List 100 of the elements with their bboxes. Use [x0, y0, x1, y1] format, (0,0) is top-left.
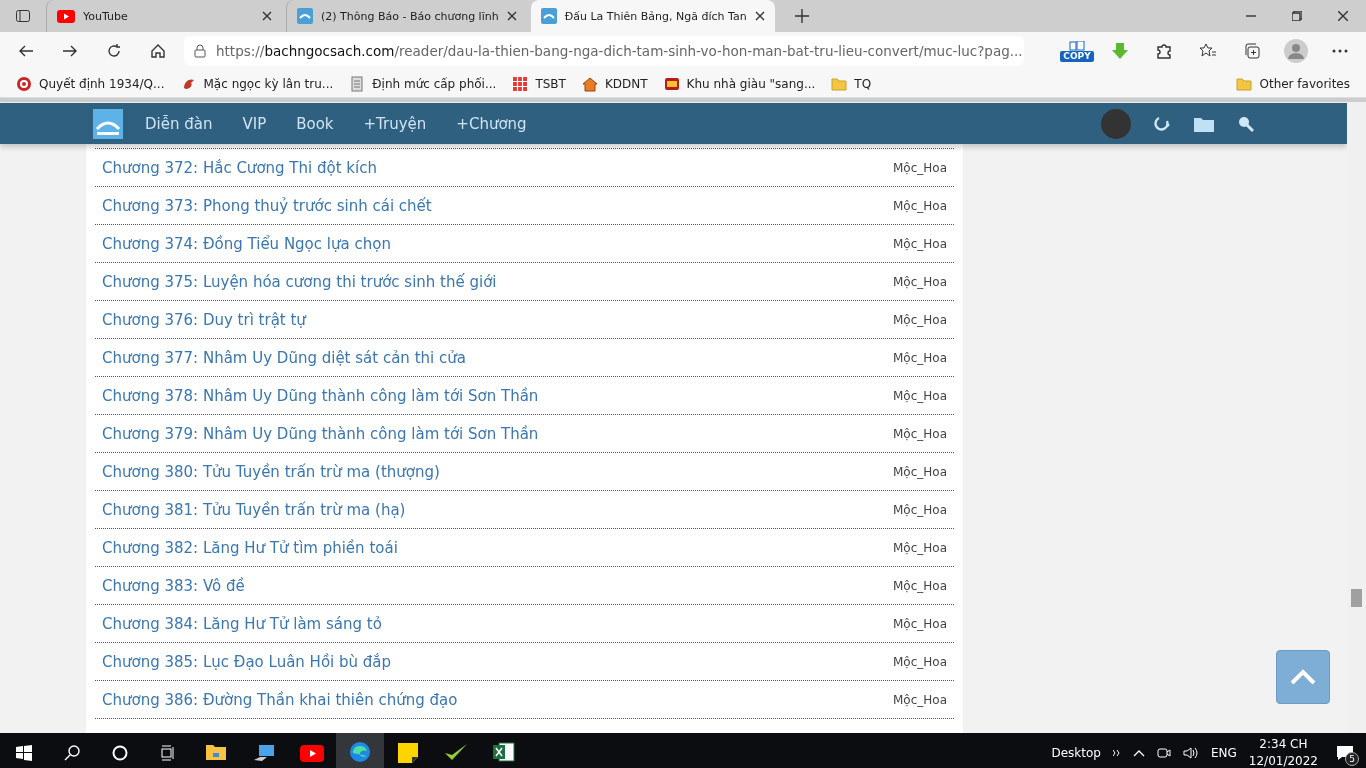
grid-icon — [512, 75, 529, 92]
clock[interactable]: 2:34 CH 12/01/2022 — [1248, 736, 1318, 768]
bookmark[interactable]: TQ — [825, 73, 878, 94]
chapter-author: Mộc_Hoa — [893, 312, 947, 327]
favorites-icon — [1199, 42, 1217, 60]
chapter-author: Mộc_Hoa — [893, 198, 947, 213]
nav-link[interactable]: +Truyện — [363, 114, 427, 133]
restore-icon — [1292, 11, 1302, 21]
url-text: https://bachngocsach.com/reader/dau-la-thien-bang-nga-dich-tam-sinh-vo-hon-man-bat-tru-lieu-convert/muc-luc?pag... — [216, 43, 1023, 59]
collections-icon — [1243, 42, 1261, 60]
chapter-author: Mộc_Hoa — [893, 236, 947, 251]
other-favorites-folder[interactable]: Other favorites — [1230, 73, 1356, 94]
seal-icon — [16, 75, 32, 92]
chapter-link[interactable]: Chương 376: Duy trì trật tự — [102, 310, 306, 329]
nav-link[interactable]: VIP — [242, 114, 267, 133]
chapter-author: Mộc_Hoa — [893, 502, 947, 517]
chapter-link[interactable]: Chương 373: Phong thuỷ trước sinh cái chết — [102, 196, 432, 215]
play-icon — [300, 744, 324, 762]
more-icon — [1332, 49, 1348, 53]
windows-icon — [16, 745, 32, 761]
chapter-link[interactable]: Chương 377: Nhâm Uy Dũng diệt sát cản thi cửa — [102, 348, 466, 367]
close-icon — [754, 11, 765, 21]
chapter-author: Mộc_Hoa — [893, 540, 947, 555]
close-icon — [262, 11, 272, 21]
circle-icon — [112, 745, 128, 761]
book-logo-icon — [297, 8, 313, 24]
browser-tab[interactable]: Đấu La Thiên Bảng, Ngã đích Tan — [530, 0, 775, 32]
chapter-author: Mộc_Hoa — [893, 654, 947, 669]
back-to-top-button[interactable] — [1276, 650, 1330, 704]
chapter-link[interactable]: Chương 374: Đồng Tiểu Ngọc lựa chọn — [102, 234, 391, 253]
forward-icon — [62, 43, 78, 59]
chapter-author: Mộc_Hoa — [893, 426, 947, 441]
double-chevron-icon — [1112, 750, 1121, 756]
camera-icon — [1156, 746, 1171, 760]
chapter-link[interactable]: Chương 385: Lục Đạo Luân Hồi bù đắp — [102, 652, 392, 671]
book-logo-icon — [540, 8, 557, 24]
tab-actions-icon — [15, 8, 31, 24]
site-logo-icon — [93, 108, 123, 139]
chapter-link[interactable]: Chương 382: Lăng Hư Tử tìm phiền toái — [102, 538, 398, 557]
chapter-author: Mộc_Hoa — [893, 274, 947, 289]
chapter-link[interactable]: Chương 383: Vô đề — [102, 576, 245, 595]
bookmark[interactable]: Mặc ngọc kỳ lân tru... — [174, 73, 340, 94]
refresh-icon — [106, 43, 122, 59]
search-icon — [64, 745, 80, 761]
play-icon — [57, 9, 75, 23]
address-bar[interactable]: https://bachngocsach.com/reader/dau-la-thien-bang-nga-dich-tam-sinh-vo-hon-man-bat-tru-lieu-convert/muc-luc?pag... — [184, 36, 1024, 66]
chapter-link[interactable]: Chương 375: Luyện hóa cương thi trước sinh thế giới — [102, 272, 497, 291]
new-tab-icon — [794, 9, 809, 23]
close-icon — [506, 11, 517, 21]
bookmark[interactable]: KDDNT — [575, 73, 654, 94]
puzzle-icon — [1155, 42, 1173, 60]
avatar[interactable] — [1101, 108, 1131, 139]
chapter-author: Mộc_Hoa — [893, 692, 947, 707]
chapter-author: Mộc_Hoa — [893, 388, 947, 403]
chapter-link[interactable]: Chương 378: Nhâm Uy Dũng thành công làm tới Sơn Thần — [102, 386, 539, 405]
close-icon — [1338, 11, 1348, 21]
chapter-link[interactable]: Chương 381: Tửu Tuyền trấn trừ ma (hạ) — [102, 500, 406, 519]
document-icon — [349, 75, 366, 92]
chapter-link[interactable]: Chương 372: Hắc Cương Thi đột kích — [102, 158, 377, 177]
chevron-up-icon — [1290, 669, 1316, 685]
computer-icon — [253, 744, 275, 762]
task-view-icon — [160, 745, 176, 761]
folder-icon — [831, 75, 848, 92]
chapter-author: Mộc_Hoa — [893, 578, 947, 593]
desktop-toolbar-label[interactable]: Desktop — [1051, 746, 1101, 760]
checkmark-icon — [444, 742, 468, 762]
documents-icon — [1068, 40, 1086, 51]
notification-button[interactable]: 5 — [1330, 738, 1360, 768]
nav-link[interactable]: Book — [296, 114, 334, 133]
house-icon — [581, 75, 598, 92]
chapter-author: Mộc_Hoa — [893, 464, 947, 479]
bookmark[interactable]: Định mức cấp phối... — [343, 73, 503, 94]
sticky-note-icon — [398, 743, 418, 763]
nav-link[interactable]: Diễn đàn — [145, 114, 213, 133]
refresh-icon — [1153, 114, 1171, 133]
bookmark[interactable]: Quyết định 1934/Q... — [10, 73, 171, 94]
wave-logo-icon — [349, 741, 371, 763]
folder-icon — [205, 743, 227, 761]
folder-icon — [1236, 75, 1253, 92]
profile-icon — [1284, 39, 1308, 63]
lock-icon — [194, 44, 206, 58]
chevron-up-icon — [1132, 749, 1145, 757]
spreadsheet-icon — [493, 742, 515, 762]
chapter-link[interactable]: Chương 384: Lăng Hư Tử làm sáng tỏ — [102, 614, 382, 633]
search-icon — [1237, 114, 1255, 133]
chapter-link[interactable]: Chương 386: Đường Thần khai thiên chứng đạo — [102, 690, 458, 709]
chapter-author: Mộc_Hoa — [893, 616, 947, 631]
home-icon — [150, 43, 166, 59]
chapter-author: Mộc_Hoa — [893, 350, 947, 365]
chapter-link[interactable]: Chương 380: Tửu Tuyền trấn trừ ma (thượng) — [102, 462, 440, 481]
download-arrow-icon — [1111, 42, 1129, 60]
chapter-author: Mộc_Hoa — [893, 160, 947, 175]
bookmark[interactable]: Khu nhà giàu "sang... — [657, 73, 822, 94]
bookmark[interactable]: TSBT — [506, 73, 572, 94]
back-icon — [18, 43, 34, 59]
speaker-icon — [1182, 746, 1199, 760]
language-indicator[interactable]: ENG — [1210, 746, 1237, 760]
nav-link[interactable]: +Chương — [456, 114, 527, 133]
chapter-link[interactable]: Chương 379: Nhâm Uy Dũng thành công làm tới Sơn Thần — [102, 424, 539, 443]
tv-icon — [663, 75, 680, 92]
